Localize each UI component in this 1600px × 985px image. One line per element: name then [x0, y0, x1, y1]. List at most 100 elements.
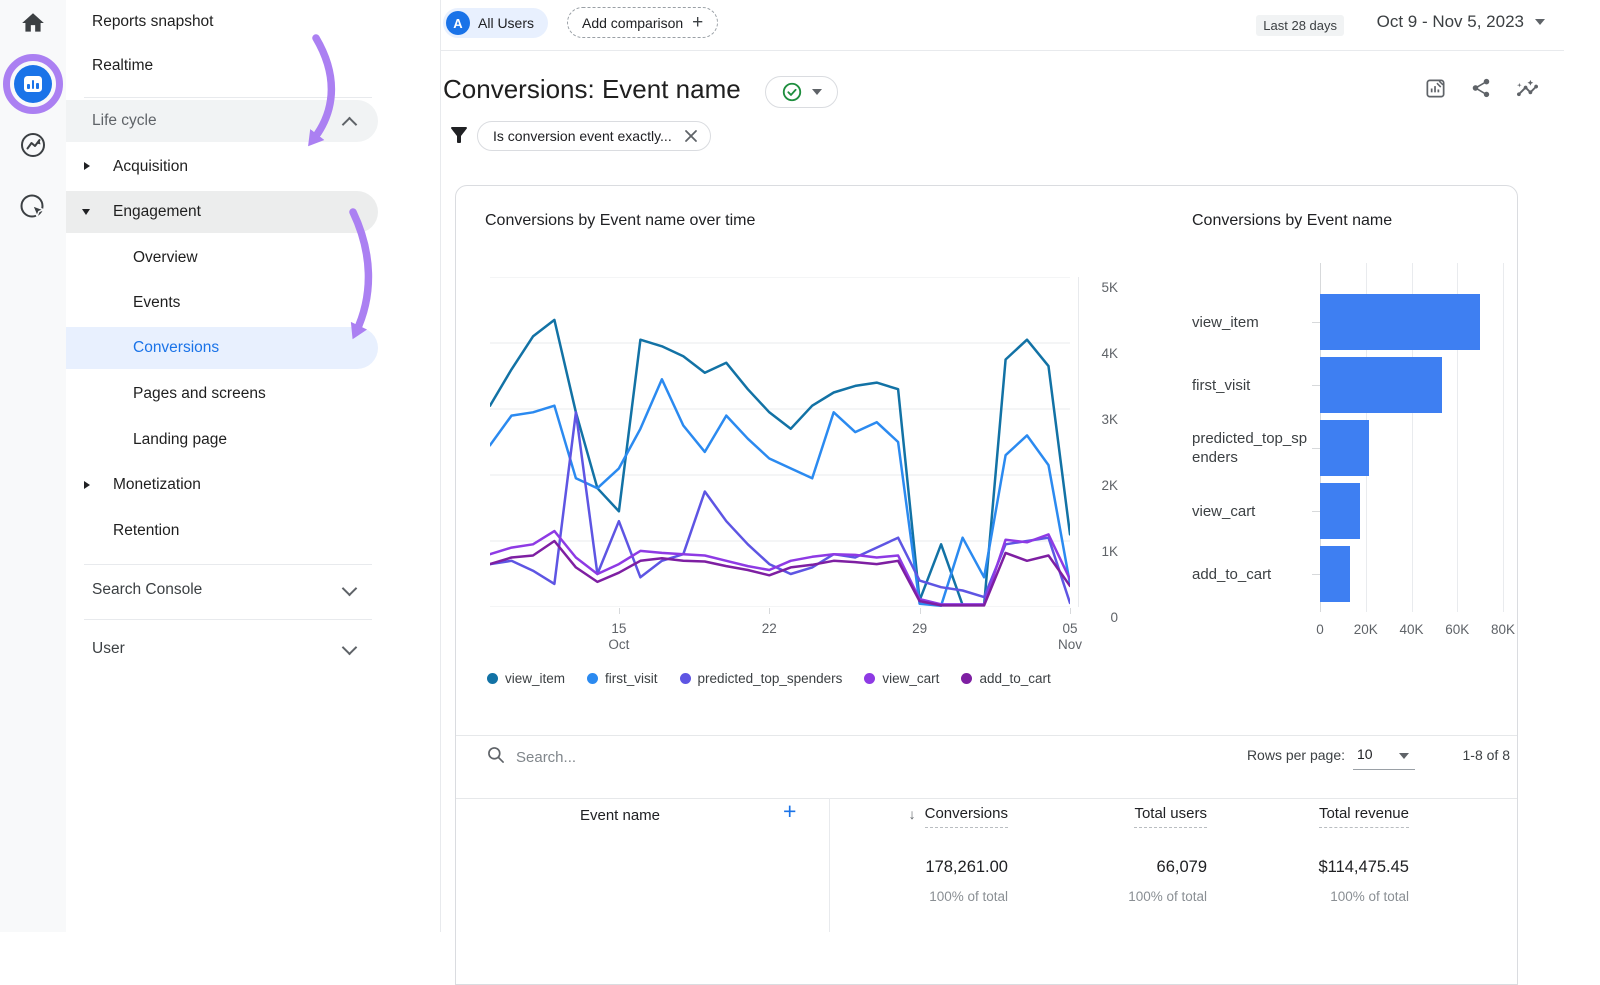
sidebar-item-overview[interactable]: Overview — [133, 237, 198, 278]
x-axis-tick — [1070, 608, 1071, 614]
divider — [84, 564, 372, 565]
insights-icon[interactable] — [1516, 77, 1539, 105]
bar-view_cart[interactable] — [1320, 483, 1360, 539]
bar-add_to_cart[interactable] — [1320, 546, 1350, 602]
sidebar-item-retention[interactable]: Retention — [113, 510, 179, 551]
column-header-label: Total revenue — [1319, 805, 1409, 828]
bar-chart-title: Conversions by Event name — [1192, 212, 1392, 230]
filter-chip-label: Is conversion event exactly... — [493, 128, 672, 144]
chevron-down-icon — [342, 581, 358, 597]
column-header-event-name[interactable]: Event name — [455, 807, 785, 824]
x-axis-tick-label: 15Oct — [589, 621, 649, 653]
reports-icon[interactable] — [14, 65, 52, 103]
x-axis-tick — [920, 608, 921, 614]
column-header-label: Total users — [1134, 805, 1207, 828]
x-axis-tick-label: 05Nov — [1040, 621, 1100, 653]
sidebar-item-realtime[interactable]: Realtime — [92, 44, 153, 88]
totals-total-users-pct: 100% of total — [1128, 889, 1207, 904]
line-chart-plot — [490, 277, 1070, 607]
explore-icon[interactable] — [19, 131, 47, 159]
legend-label: view_cart — [882, 671, 939, 686]
legend-item-add_to_cart[interactable]: add_to_cart — [961, 671, 1050, 686]
report-status-menu[interactable] — [765, 76, 838, 108]
legend-label: first_visit — [605, 671, 658, 686]
advertising-icon[interactable] — [19, 193, 47, 221]
sidebar-item-acquisition[interactable]: Acquisition — [66, 146, 440, 187]
column-header-total-users[interactable]: Total users — [1134, 805, 1207, 828]
totals-total-revenue-pct: 100% of total — [1330, 889, 1409, 904]
column-header-conversions[interactable]: ↓ Conversions — [909, 805, 1008, 828]
sidebar-item-monetization[interactable]: Monetization — [66, 464, 440, 506]
item-label: Monetization — [113, 464, 201, 506]
rows-per-page-select[interactable]: 10 — [1353, 744, 1415, 770]
sidebar-item-engagement[interactable]: Engagement — [66, 191, 378, 233]
sidebar-section-user[interactable]: User — [66, 628, 440, 670]
totals-total-revenue: $114,475.45 — [1318, 858, 1409, 877]
sidebar-item-events[interactable]: Events — [133, 282, 180, 323]
legend-dot — [487, 673, 498, 684]
item-label: Engagement — [113, 191, 201, 233]
sidebar-item-landing-page[interactable]: Landing page — [133, 419, 227, 460]
totals-total-users: 66,079 — [1157, 858, 1207, 877]
rows-per-page-value: 10 — [1357, 746, 1373, 762]
bar-category-label: predicted_top_spenders — [1192, 420, 1314, 476]
sidebar-item-reports-snapshot[interactable]: Reports snapshot — [92, 0, 214, 44]
section-label: Life cycle — [92, 100, 157, 142]
date-range-value: Oct 9 - Nov 5, 2023 — [1377, 12, 1524, 32]
sort-descending-icon: ↓ — [909, 806, 916, 822]
gridline — [1503, 263, 1504, 612]
caret-down-icon — [1399, 753, 1409, 759]
category-axis-tick — [1312, 511, 1320, 512]
customize-report-icon[interactable] — [1424, 77, 1447, 105]
x-axis-tick — [619, 608, 620, 614]
sidebar-section-search-console[interactable]: Search Console — [66, 569, 440, 611]
category-axis-tick — [1312, 574, 1320, 575]
item-label: Conversions — [133, 327, 219, 369]
sidebar-section-life-cycle[interactable]: Life cycle — [66, 100, 378, 142]
select-underline — [1353, 769, 1415, 770]
page-title: Conversions: Event name — [443, 74, 741, 105]
chart-legend: view_item first_visit predicted_top_spende… — [487, 671, 1051, 686]
caret-down-icon — [1535, 19, 1545, 25]
sidebar: Reports snapshot Realtime Life cycle Acq… — [66, 0, 441, 932]
audience-chip-all-users[interactable]: A All Users — [443, 8, 548, 38]
sidebar-item-conversions[interactable]: Conversions — [66, 327, 378, 369]
item-label: Acquisition — [113, 146, 188, 187]
divider — [456, 798, 1517, 799]
legend-item-view_cart[interactable]: view_cart — [864, 671, 939, 686]
date-range-selector[interactable]: Oct 9 - Nov 5, 2023 — [1377, 12, 1545, 32]
table-search-input[interactable] — [514, 743, 848, 771]
legend-item-predicted_top_spenders[interactable]: predicted_top_spenders — [680, 671, 843, 686]
add-comparison-button[interactable]: Add comparison + — [567, 7, 718, 38]
filter-chip[interactable]: Is conversion event exactly... — [477, 121, 711, 151]
y-axis-tick-label: 5K — [1086, 280, 1118, 295]
legend-item-view_item[interactable]: view_item — [487, 671, 565, 686]
legend-dot — [587, 673, 598, 684]
search-icon — [486, 745, 506, 765]
date-range-preset-label: Last 28 days — [1256, 15, 1344, 36]
y-axis-tick-label: 4K — [1086, 346, 1118, 361]
sidebar-item-pages-and-screens[interactable]: Pages and screens — [133, 373, 266, 414]
home-icon[interactable] — [20, 10, 46, 36]
category-axis-tick — [1312, 322, 1320, 323]
section-label: User — [92, 628, 125, 670]
bar-view_item[interactable] — [1320, 294, 1480, 350]
legend-item-first_visit[interactable]: first_visit — [587, 671, 658, 686]
add-column-icon[interactable]: + — [783, 798, 796, 825]
category-axis-tick — [1312, 385, 1320, 386]
y-axis-tick-label: 1K — [1086, 544, 1118, 559]
line-chart-title: Conversions by Event name over time — [485, 212, 755, 230]
expand-icon — [84, 162, 90, 170]
expand-icon — [84, 481, 90, 489]
y-axis-tick-label: 2K — [1086, 478, 1118, 493]
bar-first_visit[interactable] — [1320, 357, 1442, 413]
divider — [456, 735, 1517, 736]
audience-avatar: A — [446, 11, 470, 35]
close-icon[interactable] — [684, 129, 698, 143]
category-axis-tick — [1312, 448, 1320, 449]
column-header-total-revenue[interactable]: Total revenue — [1319, 805, 1409, 828]
x-axis-tick-label: 22 — [739, 621, 799, 637]
divider — [84, 619, 372, 620]
share-icon[interactable] — [1470, 77, 1492, 104]
bar-predicted_top_spenders[interactable] — [1320, 420, 1369, 476]
